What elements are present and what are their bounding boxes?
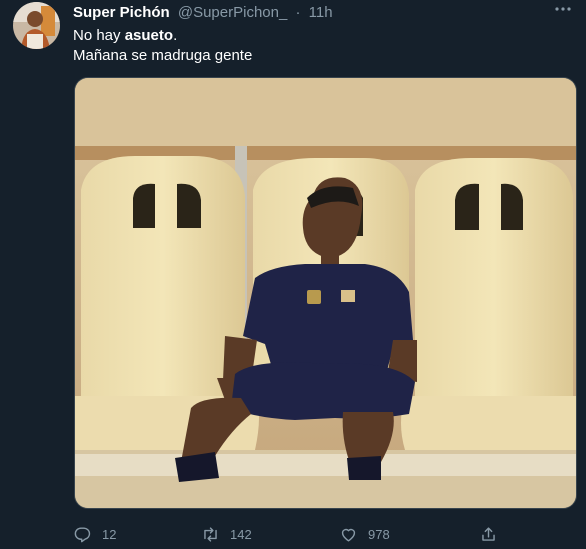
tweet-text: No hay asueto. Mañana se madruga gente bbox=[73, 26, 252, 66]
share-icon bbox=[482, 526, 495, 541]
avatar[interactable] bbox=[13, 2, 60, 49]
reply-icon bbox=[74, 526, 91, 542]
avatar-image bbox=[13, 2, 60, 49]
photo-player-on-bench bbox=[75, 78, 576, 508]
retweet-count: 142 bbox=[230, 526, 252, 542]
display-name[interactable]: Super Pichón bbox=[73, 4, 170, 21]
share-button[interactable] bbox=[479, 522, 508, 546]
ellipsis-icon bbox=[555, 7, 571, 11]
reply-count: 12 bbox=[102, 526, 117, 542]
retweet-button[interactable]: 142 bbox=[201, 522, 252, 546]
tweet-text-line-2: Mañana se madruga gente bbox=[73, 47, 253, 64]
tweet-header: Super Pichón @SuperPichon_ · 11h bbox=[73, 4, 333, 22]
user-handle[interactable]: @SuperPichon_ bbox=[178, 4, 287, 21]
like-button[interactable]: 978 bbox=[339, 522, 390, 546]
separator-dot: · bbox=[295, 4, 301, 21]
more-options-button[interactable] bbox=[548, 0, 578, 24]
tweet-media-image[interactable] bbox=[74, 77, 577, 509]
tweet-text-line-1: No hay asueto. bbox=[73, 27, 178, 44]
bold-word: asueto bbox=[124, 27, 174, 44]
reply-button[interactable]: 12 bbox=[73, 522, 116, 546]
tweet-actions: 12 142 978 bbox=[73, 522, 503, 546]
heart-icon bbox=[341, 528, 356, 542]
retweet-icon bbox=[204, 526, 217, 542]
tweet[interactable]: Super Pichón @SuperPichon_ · 11h No hay … bbox=[0, 0, 586, 549]
like-count: 978 bbox=[368, 526, 390, 542]
tweet-timestamp[interactable]: 11h bbox=[309, 4, 333, 21]
